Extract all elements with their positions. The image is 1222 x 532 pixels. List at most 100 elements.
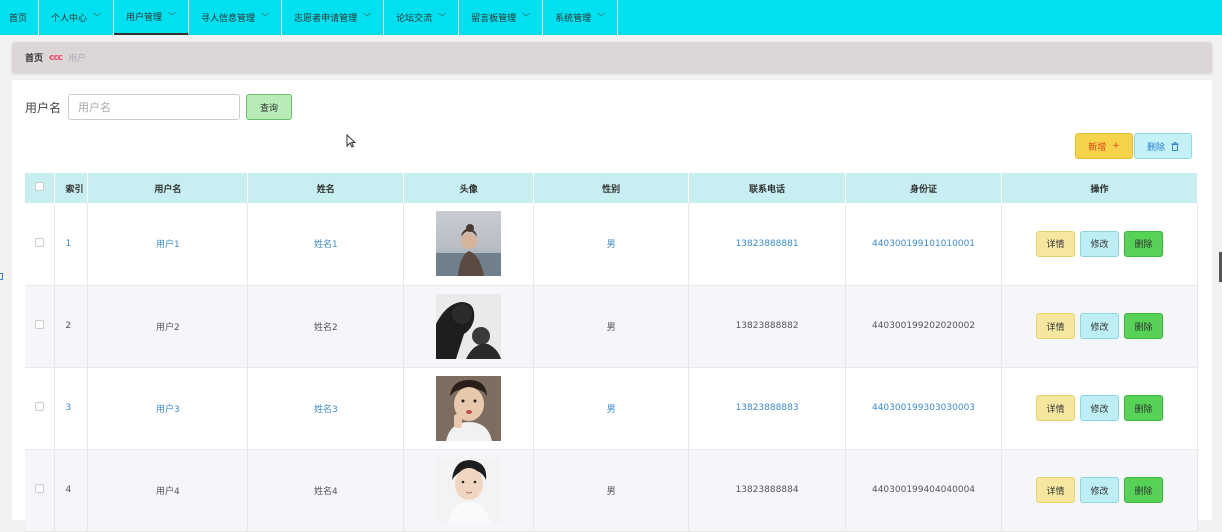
cell-index: 1 [54, 203, 89, 286]
chevron-down-icon: ﹀ [522, 13, 531, 22]
cell-gender: 男 [533, 285, 690, 368]
nav-item-label: 个人中心 [51, 14, 88, 24]
cell-index: 2 [54, 285, 89, 368]
cell-name: 姓名2 [247, 285, 405, 368]
delete-button[interactable]: 删除 [1123, 395, 1163, 421]
batch-delete-button[interactable]: 删除 [1134, 133, 1192, 159]
nav-item-message-board[interactable]: 留言板管理 ﹀ [459, 0, 544, 35]
search-input[interactable]: 用户名 [68, 94, 240, 120]
row-checkbox[interactable] [35, 402, 45, 411]
add-button[interactable]: 新增 + [1075, 133, 1133, 159]
cell-index: 3 [54, 367, 89, 450]
query-button[interactable]: 查询 [246, 94, 292, 120]
detail-button[interactable]: 详情 [1035, 230, 1075, 257]
nav-item-label: 系统管理 [555, 14, 592, 24]
nav-item-home[interactable]: 首页 [0, 0, 40, 35]
nav-item-label: 留言板管理 [471, 14, 517, 24]
edit-button[interactable]: 修改 [1079, 230, 1119, 257]
nav-item-forum[interactable]: 论坛交流 ﹀ [384, 0, 460, 35]
cell-gender: 男 [533, 203, 690, 286]
cell-phone: 13823888882 [688, 285, 847, 368]
breadcrumb-separator: ccc [49, 52, 63, 63]
chevron-down-icon: ﹀ [363, 13, 372, 22]
cell-name: 姓名4 [247, 449, 405, 532]
table-header-row: 索引 用户名 姓名 头像 性别 联系电话 身份证 操作 [25, 173, 1199, 203]
header-gender: 性别 [533, 173, 690, 203]
edit-button[interactable]: 修改 [1079, 313, 1119, 339]
chevron-down-icon: ﹀ [168, 12, 177, 21]
breadcrumb-current: 用户 [68, 54, 87, 64]
edit-button[interactable]: 修改 [1079, 395, 1119, 421]
cell-id-card: 440300199404040004 [845, 449, 1002, 532]
cell-phone: 13823888883 [688, 367, 847, 450]
batch-delete-label: 删除 [1146, 142, 1165, 153]
table-row: 2 用户2 姓名2 男 13823888882 4403001992020200… [25, 285, 1199, 368]
plus-icon: + [1112, 141, 1120, 151]
nav-item-volunteer-application[interactable]: 志愿者申请管理 ﹀ [282, 0, 385, 35]
select-all-checkbox[interactable] [35, 182, 45, 191]
cell-name: 姓名3 [247, 367, 405, 450]
table-row: 4 用户4 姓名4 男 13823888884 4403001994040400… [25, 449, 1199, 532]
row-checkbox[interactable] [35, 237, 45, 247]
cell-username: 用户4 [87, 449, 249, 532]
cell-username: 用户2 [87, 285, 249, 368]
mouse-cursor-icon [346, 134, 356, 148]
breadcrumb: 首页 ccc 用户 [12, 42, 1212, 73]
table-row: 3 用户3 姓名3 男 13823888883 4403001993030300… [25, 367, 1199, 450]
header-phone: 联系电话 [688, 173, 847, 203]
content-panel: 用户名 用户名 查询 新增 + 删除 索引 用户名 姓名 头像 性别 联系电话 … [12, 80, 1212, 532]
delete-button[interactable]: 删除 [1123, 230, 1163, 257]
cell-username: 用户1 [87, 203, 249, 286]
cell-username: 用户3 [87, 367, 249, 450]
header-avatar: 头像 [403, 173, 535, 203]
row-checkbox[interactable] [35, 320, 45, 329]
nav-item-personal-center[interactable]: 个人中心 ﹀ [39, 0, 115, 35]
nav-item-user-management[interactable]: 用户管理 ﹀ [114, 0, 190, 35]
search-label: 用户名 [25, 101, 62, 115]
cell-gender: 男 [533, 367, 690, 450]
cell-id-card: 440300199303030003 [845, 367, 1002, 450]
chevron-down-icon: ﹀ [93, 13, 102, 22]
nav-item-label: 寻人信息管理 [201, 14, 256, 24]
avatar [436, 211, 502, 277]
header-id-card: 身份证 [845, 173, 1002, 203]
table-row: 1 用户1 姓名1 男 13823888881 4403001991010100… [25, 203, 1199, 286]
edge-bracket-mark [0, 273, 3, 280]
chevron-down-icon: ﹀ [597, 13, 606, 22]
top-nav: 首页 个人中心 ﹀ 用户管理 ﹀ 寻人信息管理 ﹀ 志愿者申请管理 ﹀ 论坛交流 ﹀ 留言… [0, 0, 1222, 35]
cell-phone: 13823888884 [688, 449, 847, 532]
trash-icon [1171, 141, 1179, 151]
nav-item-label: 首页 [9, 14, 28, 24]
select-all-header[interactable] [25, 173, 56, 203]
cell-gender: 男 [533, 449, 690, 532]
delete-button[interactable]: 删除 [1123, 477, 1163, 503]
detail-button[interactable]: 详情 [1035, 395, 1075, 421]
cell-id-card: 440300199202020002 [845, 285, 1002, 368]
header-username: 用户名 [87, 173, 249, 203]
header-actions: 操作 [1001, 173, 1199, 203]
avatar [436, 375, 502, 441]
cell-name: 姓名1 [247, 203, 405, 286]
avatar [436, 293, 502, 359]
row-checkbox[interactable] [35, 484, 45, 493]
header-index: 索引 [54, 173, 89, 203]
nav-item-label: 论坛交流 [396, 14, 433, 24]
cell-phone: 13823888881 [688, 203, 847, 286]
chevron-down-icon: ﹀ [261, 13, 270, 22]
user-table: 索引 用户名 姓名 头像 性别 联系电话 身份证 操作 1 用户1 姓名1 男 … [25, 173, 1199, 532]
edit-button[interactable]: 修改 [1079, 477, 1119, 503]
cell-id-card: 440300199101010001 [845, 203, 1002, 286]
nav-item-system-management[interactable]: 系统管理 ﹀ [543, 0, 619, 35]
search-placeholder: 用户名 [78, 101, 111, 114]
nav-item-label: 用户管理 [126, 13, 163, 23]
nav-item-missing-person-management[interactable]: 寻人信息管理 ﹀ [189, 0, 283, 35]
header-name: 姓名 [247, 173, 405, 203]
cell-index: 4 [54, 449, 89, 532]
breadcrumb-home[interactable]: 首页 [25, 51, 43, 64]
delete-button[interactable]: 删除 [1123, 313, 1163, 339]
detail-button[interactable]: 详情 [1035, 313, 1075, 339]
add-button-label: 新增 [1088, 142, 1107, 153]
detail-button[interactable]: 详情 [1035, 477, 1075, 503]
nav-item-label: 志愿者申请管理 [294, 14, 358, 24]
chevron-down-icon: ﹀ [438, 13, 447, 22]
